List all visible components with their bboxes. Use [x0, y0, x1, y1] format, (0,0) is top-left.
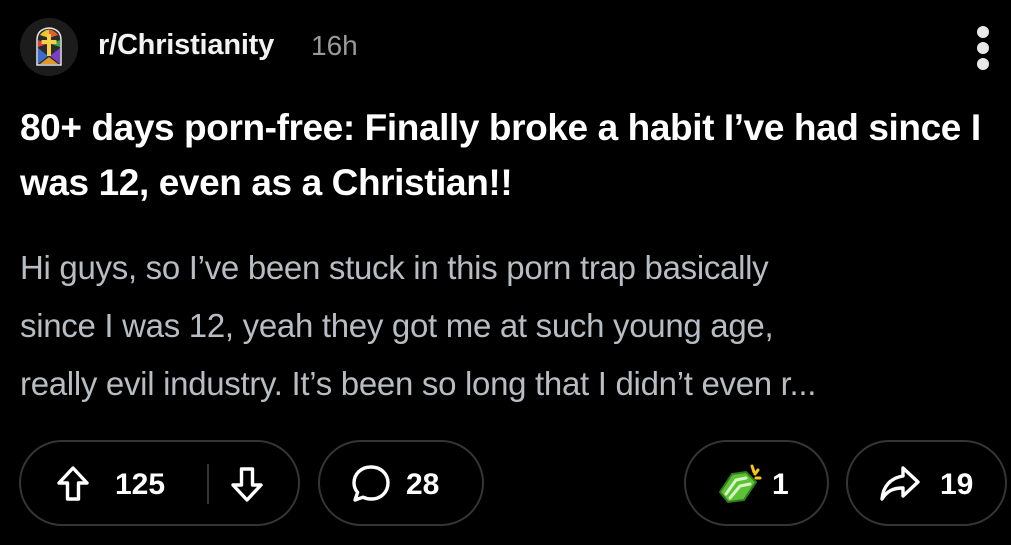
share-count: 19 — [940, 468, 974, 501]
upvote-count: 125 — [115, 468, 166, 501]
post-body-line: since I was 12, yeah they got me at such… — [20, 307, 774, 344]
post-title[interactable]: 80+ days porn-free: Finally broke a habi… — [20, 100, 1000, 210]
hands-award-icon — [716, 462, 764, 513]
upvote-button[interactable] — [55, 464, 91, 509]
subreddit-name[interactable]: r/Christianity — [98, 29, 274, 62]
award-button[interactable]: 1 — [684, 440, 829, 526]
comments-button[interactable]: 28 — [318, 440, 484, 526]
post-timestamp: 16h — [311, 30, 358, 61]
post-header: r/Christianity 16h — [20, 14, 995, 80]
award-count: 1 — [772, 468, 789, 501]
more-vertical-icon-dot — [977, 42, 989, 54]
stained-glass-cross-icon — [20, 18, 78, 76]
share-arrow-icon — [878, 464, 922, 509]
comment-bubble-icon — [350, 463, 392, 510]
comment-count: 28 — [406, 468, 440, 501]
vote-divider — [207, 464, 209, 504]
subreddit-avatar[interactable] — [20, 18, 78, 76]
more-options-button[interactable] — [971, 24, 995, 70]
more-vertical-icon-dot — [977, 58, 989, 70]
post-body-line: Hi guys, so I’ve been stuck in this porn… — [20, 249, 769, 286]
vote-bar: 125 — [19, 440, 300, 526]
post-body[interactable]: Hi guys, so I’ve been stuck in this porn… — [20, 239, 1000, 413]
arrow-down-icon — [231, 467, 263, 502]
more-vertical-icon — [977, 26, 989, 38]
share-button[interactable]: 19 — [846, 440, 1007, 526]
downvote-button[interactable] — [229, 464, 265, 509]
post-body-line: really evil industry. It’s been so long … — [20, 365, 817, 402]
arrow-up-icon — [57, 466, 89, 501]
